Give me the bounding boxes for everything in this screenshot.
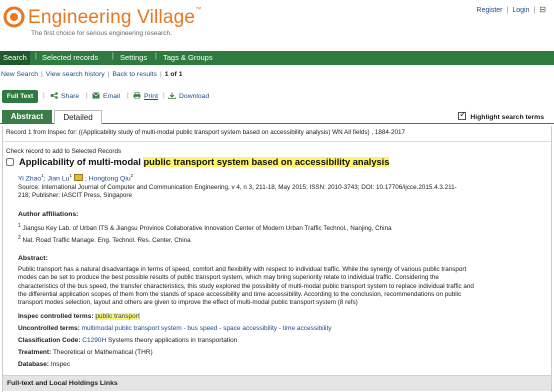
back-to-results-link[interactable]: Back to results (112, 71, 157, 78)
header: Engineering Village™ The first choice fo… (0, 0, 554, 48)
logo-text[interactable]: Engineering Village™ (28, 7, 201, 29)
record-position: 1 of 1 (164, 71, 183, 78)
email-icon (92, 92, 100, 99)
subnav: New Search | View search history | Back to r… (1, 71, 183, 78)
login-link[interactable]: Login (512, 7, 529, 14)
author-link[interactable]: Jian Lu (47, 175, 69, 182)
check-add-label: Check record to add to Selected Records (6, 148, 122, 155)
record-tabs: Abstract Detailed Highlight search terms (0, 110, 554, 124)
uncontrolled-terms: Uncontrolled terms: multimodal public tr… (18, 325, 332, 332)
download-button[interactable]: Download (168, 92, 209, 100)
source-info: Source: International Journal of Compute… (18, 184, 457, 200)
tab-abstract[interactable]: Abstract (2, 110, 52, 124)
email-button[interactable]: Email (92, 92, 120, 100)
top-links: Register | Login | ⊟ (476, 5, 546, 14)
envelope-icon[interactable] (73, 174, 83, 182)
affiliation-1: 1 Jiangsu Key Lab. of Urban ITS & Jiangs… (18, 223, 392, 233)
abstract-text: Public transport has a natural disadvant… (18, 266, 474, 307)
logo-swirl-icon (3, 6, 25, 28)
author-link[interactable]: Yi Zhao (18, 175, 41, 182)
nav-search[interactable]: Search (0, 51, 30, 65)
download-icon (168, 92, 176, 99)
nav-settings[interactable]: Settings (120, 53, 147, 62)
share-button[interactable]: Share (50, 92, 79, 100)
affiliations-label: Author affiliations: (18, 211, 79, 218)
record-content: Record 1 from Inspec for: ((Applicabilit… (2, 126, 552, 392)
record-query-line: Record 1 from Inspec for: ((Applicabilit… (6, 129, 405, 136)
checkbox-icon[interactable] (458, 110, 467, 120)
highlight-search-terms-toggle[interactable]: Highlight search terms (458, 110, 544, 121)
nav-selected-records[interactable]: Selected records (42, 53, 98, 62)
tab-detailed[interactable]: Detailed (54, 110, 102, 124)
register-link[interactable]: Register (476, 7, 502, 14)
select-record-checkbox[interactable] (6, 158, 14, 166)
nav-tags-groups[interactable]: Tags & Groups (163, 53, 213, 62)
record-toolbar: Full Text | Share | Email | Print | Down… (0, 90, 554, 104)
record-title: Applicability of multi-modal public tran… (6, 157, 390, 167)
tagline: The first choice for serious engineering… (31, 30, 172, 37)
new-search-link[interactable]: New Search (1, 71, 38, 78)
authors: Yi Zhao1; Jian Lu1; Hongtong Qiu2 (18, 173, 134, 183)
database: Database: Inspec (18, 361, 71, 368)
main-nav: Search | Selected records | Settings | T… (0, 51, 554, 65)
view-history-link[interactable]: View search history (46, 71, 105, 78)
print-button[interactable]: Print (133, 92, 158, 100)
menu-icon[interactable]: ⊟ (539, 5, 546, 14)
print-icon (133, 92, 141, 99)
inspec-controlled-terms: Inspec controlled terms: public transpor… (18, 313, 140, 320)
fulltext-links-section[interactable]: Full-text and Local Holdings Links (3, 375, 551, 391)
affiliation-2: 2 Nat. Road Traffic Manage. Eng. Technol… (18, 235, 191, 245)
author-link[interactable]: Hongtong Qiu (89, 175, 131, 182)
full-text-button[interactable]: Full Text (2, 90, 38, 103)
share-icon (50, 92, 58, 99)
abstract-label: Abstract: (18, 255, 48, 262)
treatment: Treatment: Theoretical or Mathematical (… (18, 349, 153, 356)
classification-code: Classification Code: C1290H Systems theo… (18, 337, 238, 344)
